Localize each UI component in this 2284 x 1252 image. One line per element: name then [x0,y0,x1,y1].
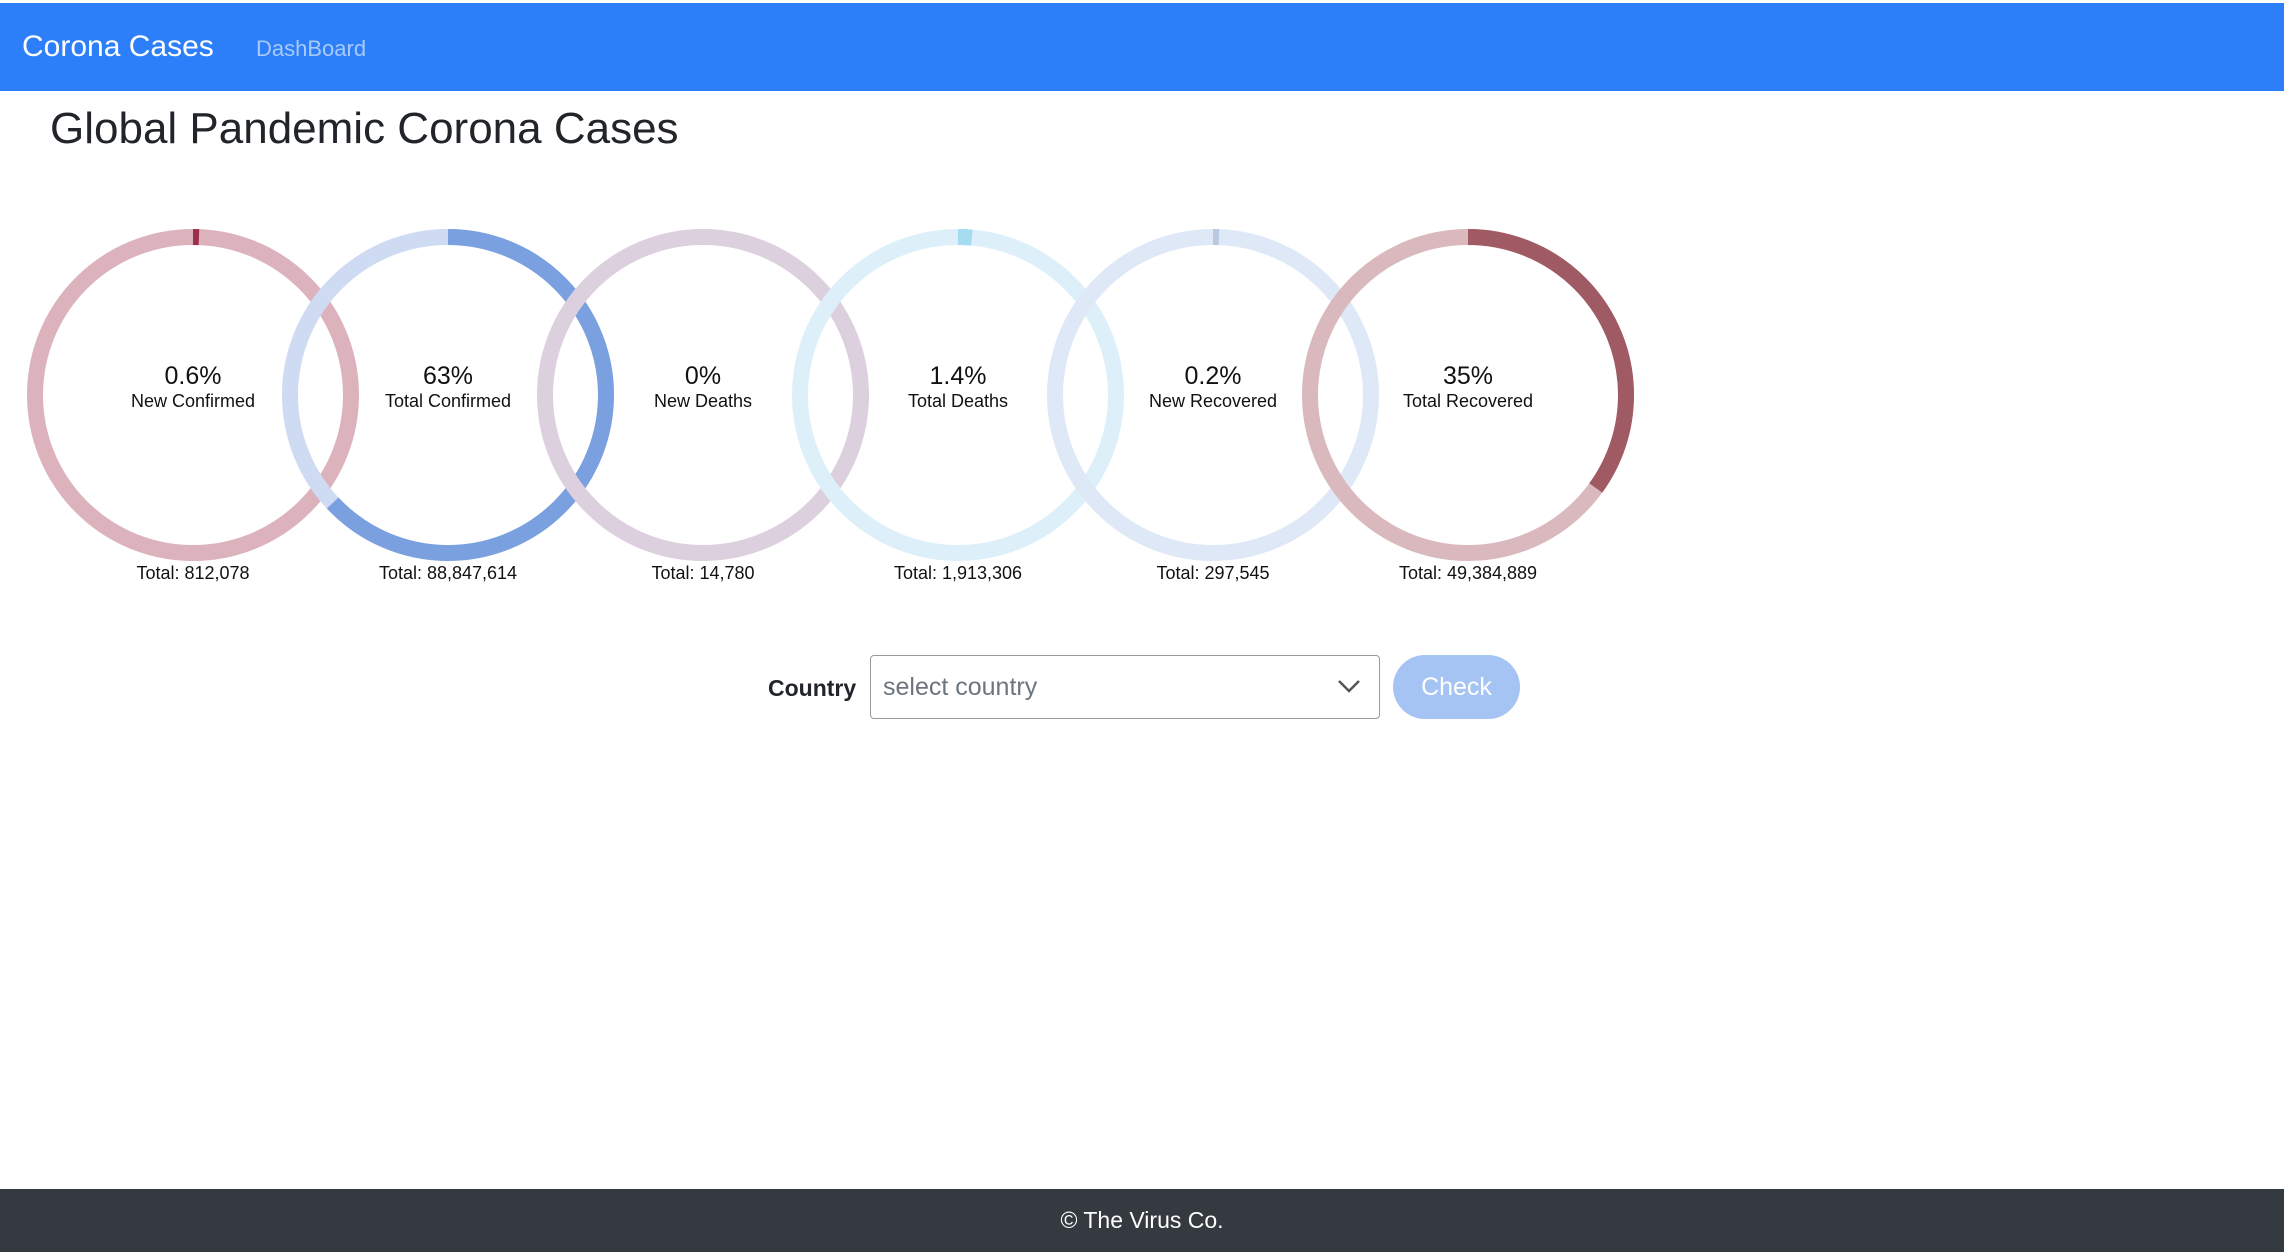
stat-label: Total Recovered [1402,391,1534,411]
top-navbar: Corona Cases DashBoard [0,3,2284,91]
footer: © The Virus Co. [0,1189,2284,1252]
stat-card: 35% Total Recovered Total: 49,384,889 [1288,215,1648,595]
check-button[interactable]: Check [1393,655,1520,719]
country-select-value: select country [883,673,1038,701]
country-select[interactable]: select country [870,655,1380,719]
chevron-down-icon [1338,680,1360,693]
brand-title[interactable]: Corona Cases [22,3,214,91]
nav-link-dashboard[interactable]: DashBoard [256,3,366,91]
footer-text: © The Virus Co. [1060,1207,1224,1233]
stat-percent: 35% [1442,362,1494,390]
stat-total: Total: 49,384,889 [1398,563,1538,583]
country-form: Country select country Check [0,655,2284,719]
country-label: Country [768,675,857,701]
page-title: Global Pandemic Corona Cases [50,104,679,153]
stats-row: 0.6% New Confirmed Total: 812,078 63% Total … [0,215,2284,595]
